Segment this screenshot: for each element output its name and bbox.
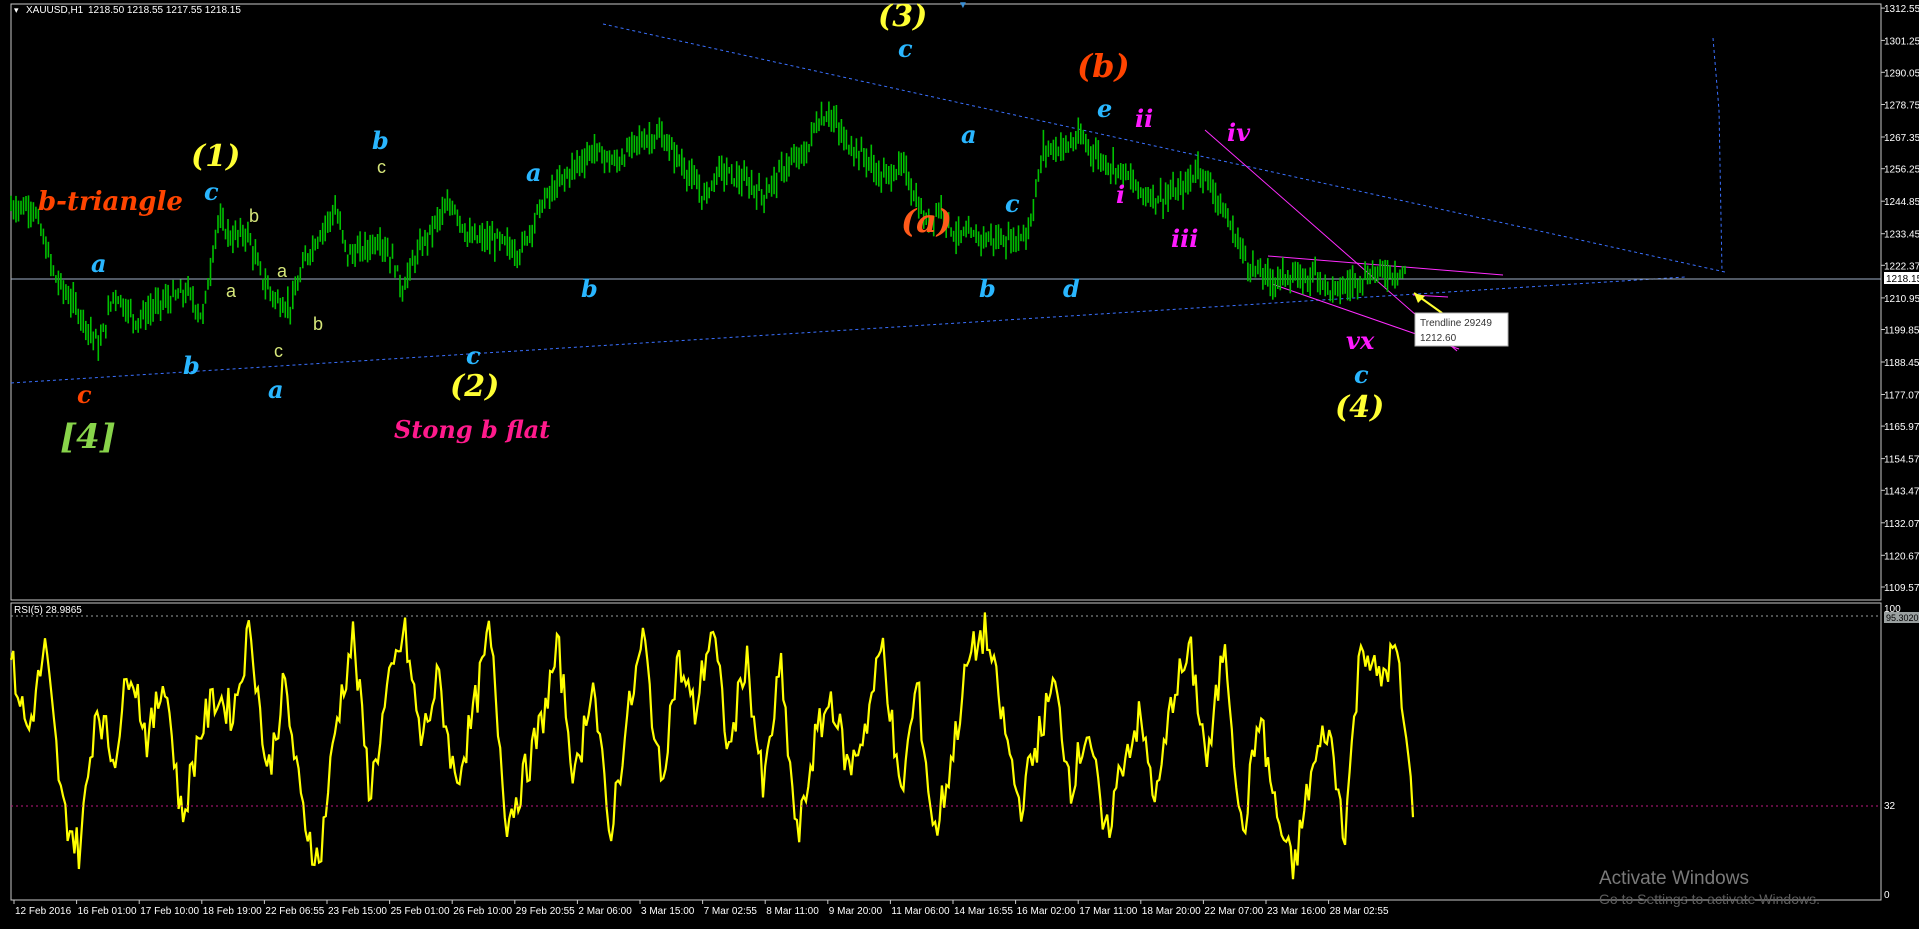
time-tick-label: 14 Mar 16:55 [954, 906, 1013, 917]
time-tick-label: 18 Mar 20:00 [1142, 906, 1201, 917]
label-b-1: b [183, 351, 200, 380]
trendline-tooltip-value: 1212.60 [1420, 333, 1457, 344]
label-stong-b-flat: Stong b flat [394, 415, 550, 444]
label-c-2: c [466, 341, 481, 370]
price-tick-label: 1267.35 [1884, 133, 1919, 144]
time-tick-label: 22 Feb 06:55 [265, 906, 324, 917]
time-tick-label: 9 Mar 20:00 [829, 906, 883, 917]
time-tick-label: 7 Mar 02:55 [704, 906, 758, 917]
rsi-tick-32: 32 [1884, 801, 1896, 812]
time-tick-label: 26 Feb 10:00 [453, 906, 512, 917]
price-tick-label: 1188.45 [1884, 358, 1919, 369]
time-tick-label: 16 Feb 01:00 [78, 906, 137, 917]
label-small-a-2: a [277, 261, 288, 281]
time-tick-label: 22 Mar 07:00 [1204, 906, 1263, 917]
price-tick-label: 1256.25 [1884, 165, 1919, 176]
rsi-tick-0: 0 [1884, 890, 1890, 901]
price-tick-label: 1210.95 [1884, 294, 1919, 305]
label-wave-4-sq: [4] [60, 417, 116, 457]
label-b-4: b [979, 274, 996, 303]
price-tick-label: 1154.57 [1884, 455, 1919, 466]
label-wave-b-orange: (b) [1077, 47, 1130, 85]
label-iv: iv [1227, 118, 1251, 147]
label-b-triangle: b-triangle [38, 187, 183, 217]
time-tick-label: 23 Mar 16:00 [1267, 906, 1326, 917]
watermark-subtitle: Go to Settings to activate Windows. [1599, 891, 1820, 907]
price-tick-label: 1120.67 [1884, 551, 1919, 562]
price-tick-label: 1132.07 [1884, 519, 1919, 530]
label-wave-3: (3) [878, 0, 927, 34]
price-tick-label: 1177.07 [1884, 391, 1919, 402]
price-tick-label: 1222.37 [1884, 261, 1919, 272]
chart-canvas[interactable]: ▾ XAUUSD,H1 1218.50 1218.55 1217.55 1218… [0, 0, 1919, 929]
trendline-tooltip-name: Trendline 29249 [1420, 318, 1492, 329]
current-price-label: 1218.15 [1886, 274, 1919, 285]
label-small-b-2: b [313, 314, 323, 334]
rsi-label: RSI(5) 28.9865 [14, 605, 82, 616]
price-tick-label: 1278.75 [1884, 101, 1919, 112]
label-small-a-1: a [226, 281, 237, 301]
time-tick-label: 25 Feb 01:00 [391, 906, 450, 917]
time-tick-label: 16 Mar 02:00 [1017, 906, 1076, 917]
label-vx: vx [1346, 326, 1375, 355]
time-tick-label: 17 Mar 11:00 [1079, 906, 1138, 917]
label-a-4: a [961, 120, 977, 149]
label-d: d [1063, 274, 1080, 303]
time-tick-label: 18 Feb 19:00 [203, 906, 262, 917]
price-tick-label: 1301.25 [1884, 36, 1919, 47]
price-tick-label: 1143.47 [1884, 486, 1919, 497]
label-small-c-2: c [377, 157, 386, 177]
label-c-3: c [898, 34, 913, 63]
time-tick-label: 3 Mar 15:00 [641, 906, 695, 917]
label-e: e [1097, 94, 1112, 123]
price-tick-label: 1290.05 [1884, 68, 1919, 79]
time-tick-label: 28 Mar 02:55 [1330, 906, 1389, 917]
label-b-3: b [581, 274, 598, 303]
time-tick-label: 29 Feb 20:55 [516, 906, 575, 917]
time-tick-label: 11 Mar 06:00 [891, 906, 950, 917]
label-a-2: a [268, 375, 284, 404]
watermark-title: Activate Windows [1599, 868, 1749, 889]
ohlc-readout: 1218.50 1218.55 1217.55 1218.15 [88, 5, 241, 16]
chart-background [0, 0, 1919, 929]
price-tick-label: 1312.55 [1884, 4, 1919, 15]
time-tick-label: 2 Mar 06:00 [578, 906, 632, 917]
label-wave-2: (2) [450, 369, 499, 404]
menu-arrow-icon[interactable]: ▾ [14, 5, 19, 15]
label-ii: ii [1135, 104, 1153, 133]
price-tick-label: 1244.85 [1884, 197, 1919, 208]
symbol-title: XAUUSD,H1 [26, 5, 84, 16]
label-wave-a-orange: (a) [901, 202, 952, 240]
price-tick-label: 1199.85 [1884, 326, 1919, 337]
label-c-4: c [1005, 189, 1020, 218]
label-c-1: c [204, 177, 219, 206]
price-tick-label: 1109.57 [1884, 583, 1919, 594]
label-c-5: c [1354, 360, 1369, 389]
label-small-c-1: c [274, 341, 283, 361]
shift-marker-icon[interactable]: ▼ [958, 0, 968, 11]
label-small-b-1: b [249, 206, 259, 226]
time-tick-label: 8 Mar 11:00 [766, 906, 819, 917]
price-tick-label: 1165.97 [1884, 422, 1919, 433]
price-tick-label: 1233.45 [1884, 230, 1919, 241]
time-tick-label: 17 Feb 10:00 [140, 906, 199, 917]
time-tick-label: 12 Feb 2016 [15, 906, 72, 917]
label-wave-1: (1) [191, 139, 240, 174]
label-b-2: b [372, 126, 389, 155]
label-a-1: a [91, 249, 107, 278]
time-tick-label: 23 Feb 15:00 [328, 906, 387, 917]
label-wave-4: (4) [1335, 390, 1384, 425]
label-c-orange: c [77, 380, 92, 409]
rsi-tick-95: 95.3020 [1886, 613, 1919, 623]
label-a-3: a [526, 158, 542, 187]
label-i: i [1116, 180, 1125, 209]
label-iii: iii [1171, 224, 1198, 253]
